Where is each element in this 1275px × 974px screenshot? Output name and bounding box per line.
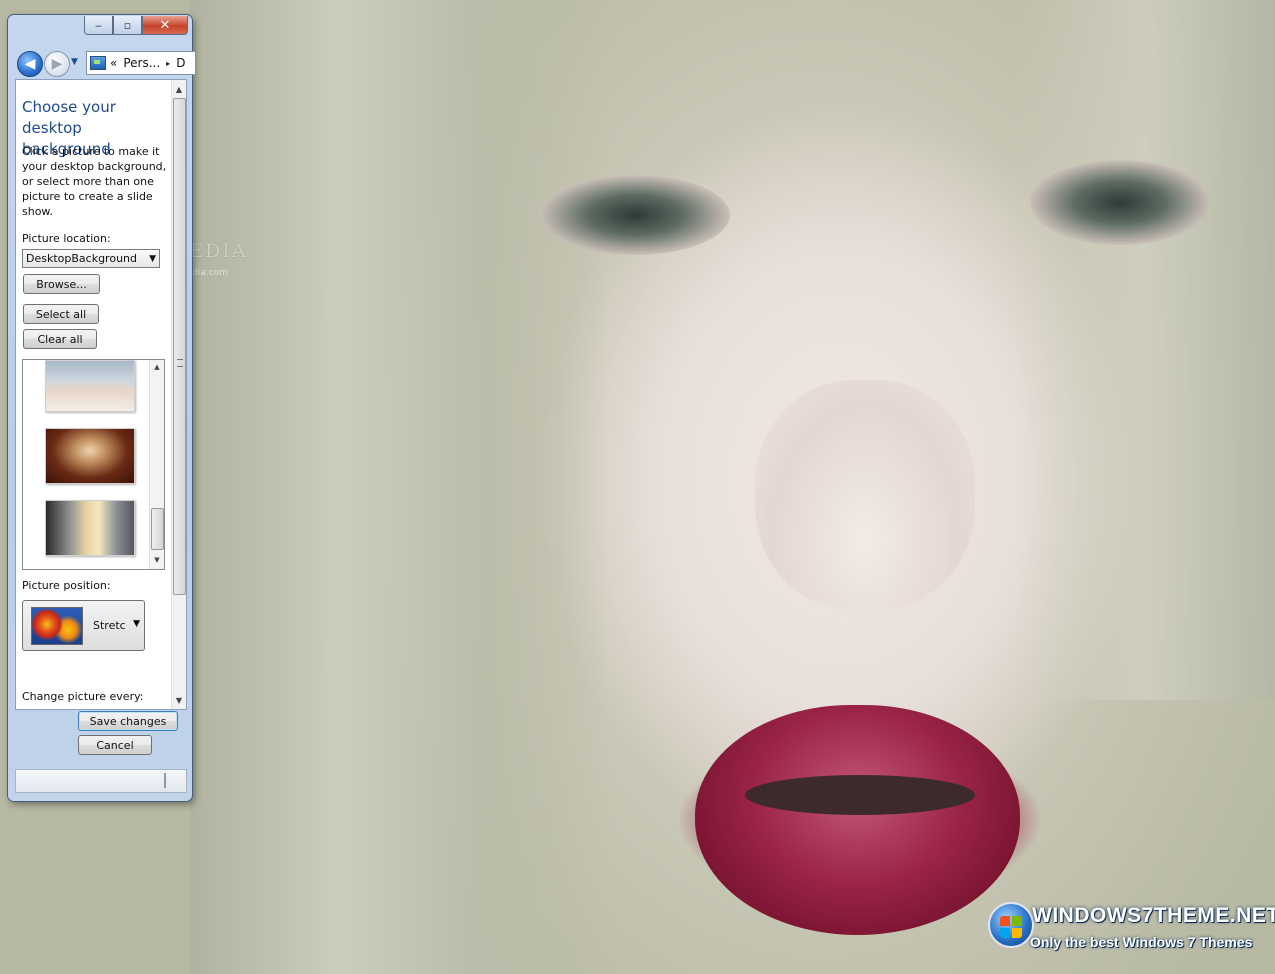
scroll-down-icon[interactable]: ▼ — [150, 556, 164, 564]
address-arrow-icon[interactable]: ▸ — [166, 59, 170, 68]
close-icon[interactable]: ✕ — [142, 16, 188, 35]
desktop-background-window: ‒ ▫ ✕ ◀ ▶ ▼ « Pers... ▸ D Choose your de… — [8, 15, 196, 801]
wallpaper-thumbnail[interactable] — [45, 500, 135, 556]
dialog-footer: Save changes Cancel — [15, 708, 185, 768]
wallpaper-lips — [695, 705, 1020, 935]
content-pane: Choose your desktop background Click a p… — [15, 79, 187, 710]
wallpaper-nose — [755, 380, 975, 610]
windows-logo-icon — [988, 902, 1034, 948]
scroll-down-icon[interactable]: ▼ — [172, 693, 186, 707]
address-bar[interactable]: « Pers... ▸ D — [86, 51, 196, 75]
windows7theme-watermark: WINDOWS7THEME.NET Only the best Windows … — [988, 900, 1275, 960]
scroll-up-icon[interactable]: ▲ — [172, 82, 186, 96]
chevron-down-icon: ▼ — [133, 619, 140, 629]
select-all-button[interactable]: Select all — [23, 304, 99, 324]
wallpaper-hair-left — [190, 0, 610, 974]
back-arrow-icon[interactable]: ◀ — [17, 51, 43, 77]
maximize-icon[interactable]: ▫ — [113, 16, 142, 35]
wallpaper-eye-left — [540, 175, 730, 255]
watermark-subtitle: Only the best Windows 7 Themes — [1030, 934, 1253, 950]
scroll-up-icon[interactable]: ▲ — [150, 363, 164, 371]
address-chevron[interactable]: « — [110, 56, 117, 70]
picture-list-scrollbar[interactable]: ▲ ▼ — [149, 360, 164, 569]
wallpaper-hair-right — [1015, 0, 1275, 700]
watermark-title: WINDOWS7THEME.NET — [1032, 904, 1275, 927]
control-panel-icon — [90, 56, 106, 70]
clear-all-button[interactable]: Clear all — [23, 329, 97, 349]
minimize-icon[interactable]: ‒ — [84, 16, 113, 35]
page-description: Click a picture to make it your desktop … — [22, 145, 167, 218]
scrollbar-thumb[interactable] — [151, 508, 164, 550]
picture-list[interactable]: ▲ ▼ — [22, 359, 165, 570]
picture-location-label: Picture location: — [22, 232, 111, 245]
browse-button[interactable]: Browse... — [23, 274, 100, 294]
picture-location-value: DesktopBackground — [26, 252, 137, 265]
wallpaper-thumbnail[interactable] — [45, 428, 135, 484]
status-bar — [15, 769, 187, 793]
change-picture-label: Change picture every: — [22, 690, 144, 703]
wallpaper-eye-right — [1030, 160, 1210, 245]
title-bar-buttons: ‒ ▫ ✕ — [84, 16, 188, 35]
recent-pages-chevron-down-icon[interactable]: ▼ — [71, 57, 78, 67]
picture-position-dropdown[interactable]: Stretc ▼ — [22, 600, 145, 651]
save-changes-button[interactable]: Save changes — [78, 711, 178, 731]
address-segment[interactable]: Pers... — [123, 56, 160, 70]
wallpaper-thumbnail[interactable] — [45, 360, 135, 412]
picture-location-dropdown[interactable]: DesktopBackground ▼ — [22, 249, 160, 268]
wallpaper-mouth — [745, 775, 975, 815]
navigation-bar: ◀ ▶ ▼ « Pers... ▸ D — [16, 49, 196, 77]
status-bar-divider — [164, 773, 166, 788]
cancel-button[interactable]: Cancel — [78, 735, 152, 755]
position-preview-image — [31, 607, 83, 645]
content-scrollbar[interactable]: ▲ ▼ — [171, 80, 186, 709]
picture-position-value: Stretc — [93, 619, 126, 632]
address-next-segment[interactable]: D — [176, 56, 185, 70]
forward-arrow-icon[interactable]: ▶ — [44, 51, 70, 77]
chevron-down-icon: ▼ — [149, 254, 156, 264]
picture-position-label: Picture position: — [22, 579, 111, 592]
scrollbar-thumb[interactable] — [173, 98, 186, 595]
